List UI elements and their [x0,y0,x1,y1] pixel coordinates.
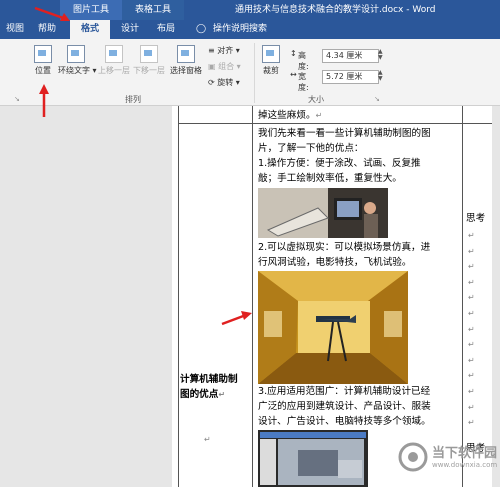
watermark-domain: www.downxia.com [432,461,498,469]
arrow-to-wind-tunnel-image [221,311,252,326]
watermark: 当下软件园 www.downxia.com [398,440,498,478]
arrow-to-position-button [39,84,49,117]
annotation-overlay [34,6,252,326]
arrow-to-format-tab [34,6,70,21]
watermark-name: 当下软件园 [432,446,498,461]
watermark-logo-icon [398,442,428,472]
